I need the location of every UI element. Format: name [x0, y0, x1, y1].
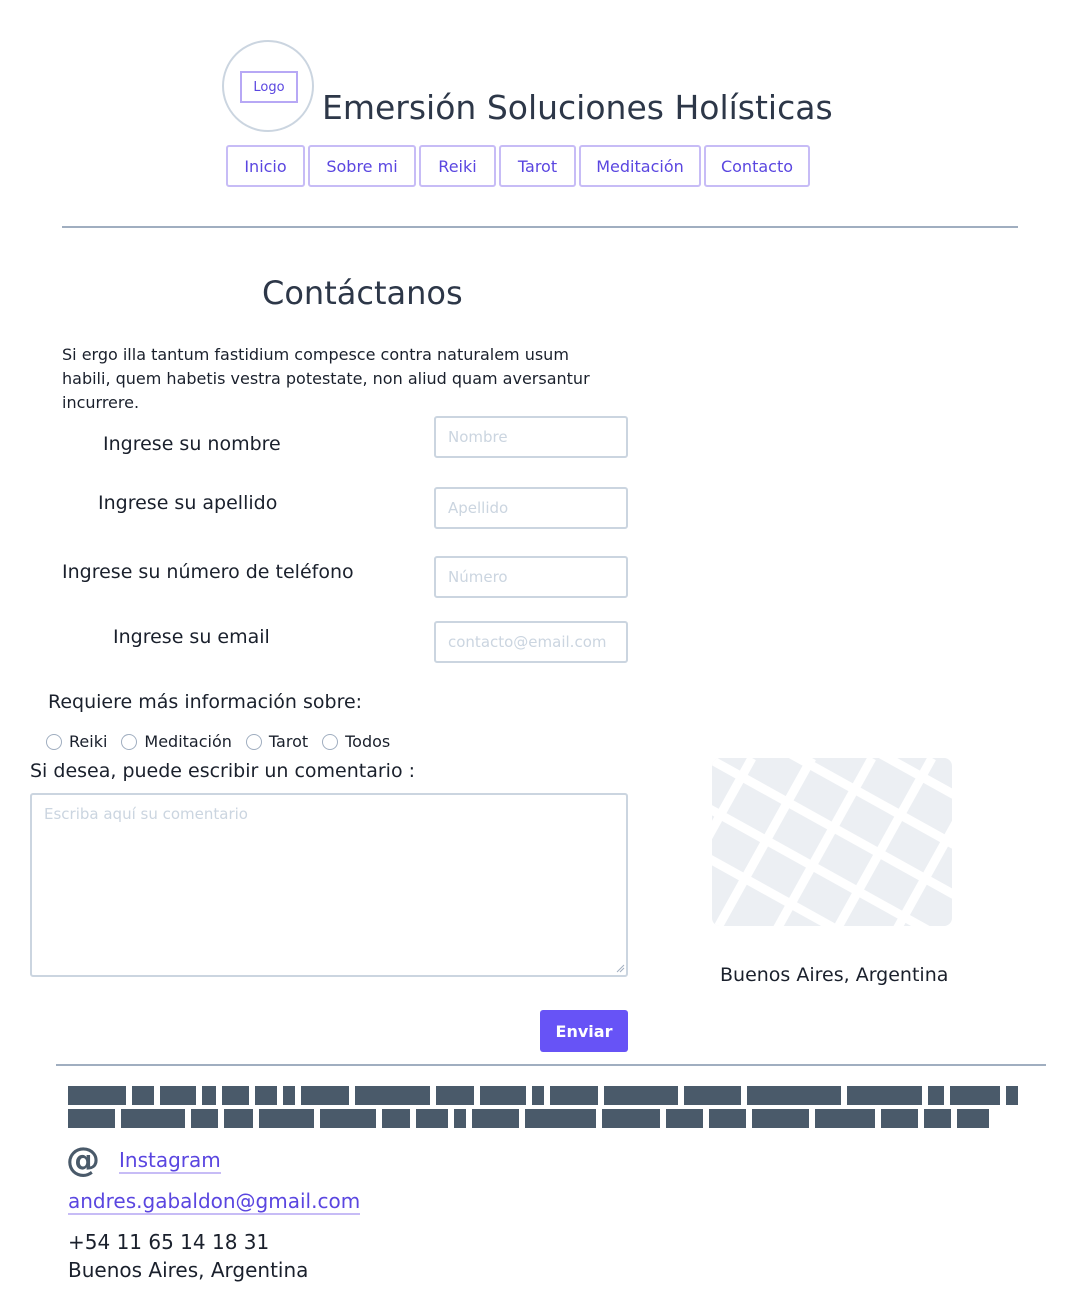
radio-circle-icon[interactable]: [46, 733, 62, 750]
page-title: Contáctanos: [262, 274, 463, 312]
interest-radio-group: Reiki Meditación Tarot Todos: [46, 732, 404, 751]
header-divider: [62, 226, 1018, 228]
radio-label: Tarot: [268, 732, 309, 751]
nav-item-contacto[interactable]: Contacto: [704, 145, 810, 187]
radio-meditacion[interactable]: Meditación: [121, 732, 232, 751]
footer-divider: [56, 1064, 1046, 1066]
lastname-label: Ingrese su apellido: [98, 492, 278, 514]
radio-reiki[interactable]: Reiki: [46, 732, 107, 751]
nav-item-reiki[interactable]: Reiki: [419, 145, 496, 187]
nav-item-tarot[interactable]: Tarot: [499, 145, 576, 187]
send-button[interactable]: Enviar: [540, 1010, 628, 1052]
radio-circle-icon[interactable]: [121, 733, 138, 750]
nav-item-meditacion[interactable]: Meditación: [579, 145, 701, 187]
redacted-line: [68, 1086, 1022, 1105]
comment-textarea[interactable]: [30, 793, 628, 977]
radio-circle-icon[interactable]: [322, 733, 339, 750]
name-input[interactable]: [434, 416, 628, 458]
phone-input[interactable]: [434, 556, 628, 598]
nav-item-inicio[interactable]: Inicio: [226, 145, 305, 187]
redacted-text: [68, 1086, 1022, 1132]
radio-todos[interactable]: Todos: [322, 732, 390, 751]
site-title: Emersión Soluciones Holísticas: [322, 88, 833, 127]
instagram-link[interactable]: Instagram: [119, 1148, 221, 1174]
intro-text: Si ergo illa tantum fastidium compesce c…: [62, 345, 590, 412]
logo[interactable]: Logo: [240, 71, 298, 103]
resize-grip-icon[interactable]: [616, 964, 625, 973]
email-link[interactable]: andres.gabaldon@gmail.com: [68, 1189, 361, 1215]
redacted-line: [68, 1109, 1022, 1128]
radio-label: Todos: [345, 732, 391, 751]
comment-label: Si desea, puede escribir un comentario :: [30, 760, 416, 782]
radio-circle-icon[interactable]: [245, 733, 262, 750]
at-icon: @: [66, 1140, 100, 1180]
footer-phone: +54 11 65 14 18 31: [68, 1230, 270, 1254]
name-label: Ingrese su nombre: [103, 433, 281, 455]
main-nav: Inicio Sobre mi Reiki Tarot Meditación C…: [226, 145, 810, 187]
footer-location: Buenos Aires, Argentina: [68, 1258, 309, 1282]
radio-tarot[interactable]: Tarot: [245, 732, 309, 751]
phone-label: Ingrese su número de teléfono: [62, 561, 354, 583]
lastname-input[interactable]: [434, 487, 628, 529]
map-caption: Buenos Aires, Argentina: [720, 964, 949, 986]
radio-label: Reiki: [69, 732, 108, 751]
nav-item-sobre-mi[interactable]: Sobre mi: [308, 145, 416, 187]
email-label: Ingrese su email: [113, 626, 270, 648]
radio-label: Meditación: [144, 732, 232, 751]
email-input[interactable]: [434, 621, 628, 663]
interest-label: Requiere más información sobre:: [48, 691, 363, 713]
map-icon[interactable]: [712, 758, 952, 926]
